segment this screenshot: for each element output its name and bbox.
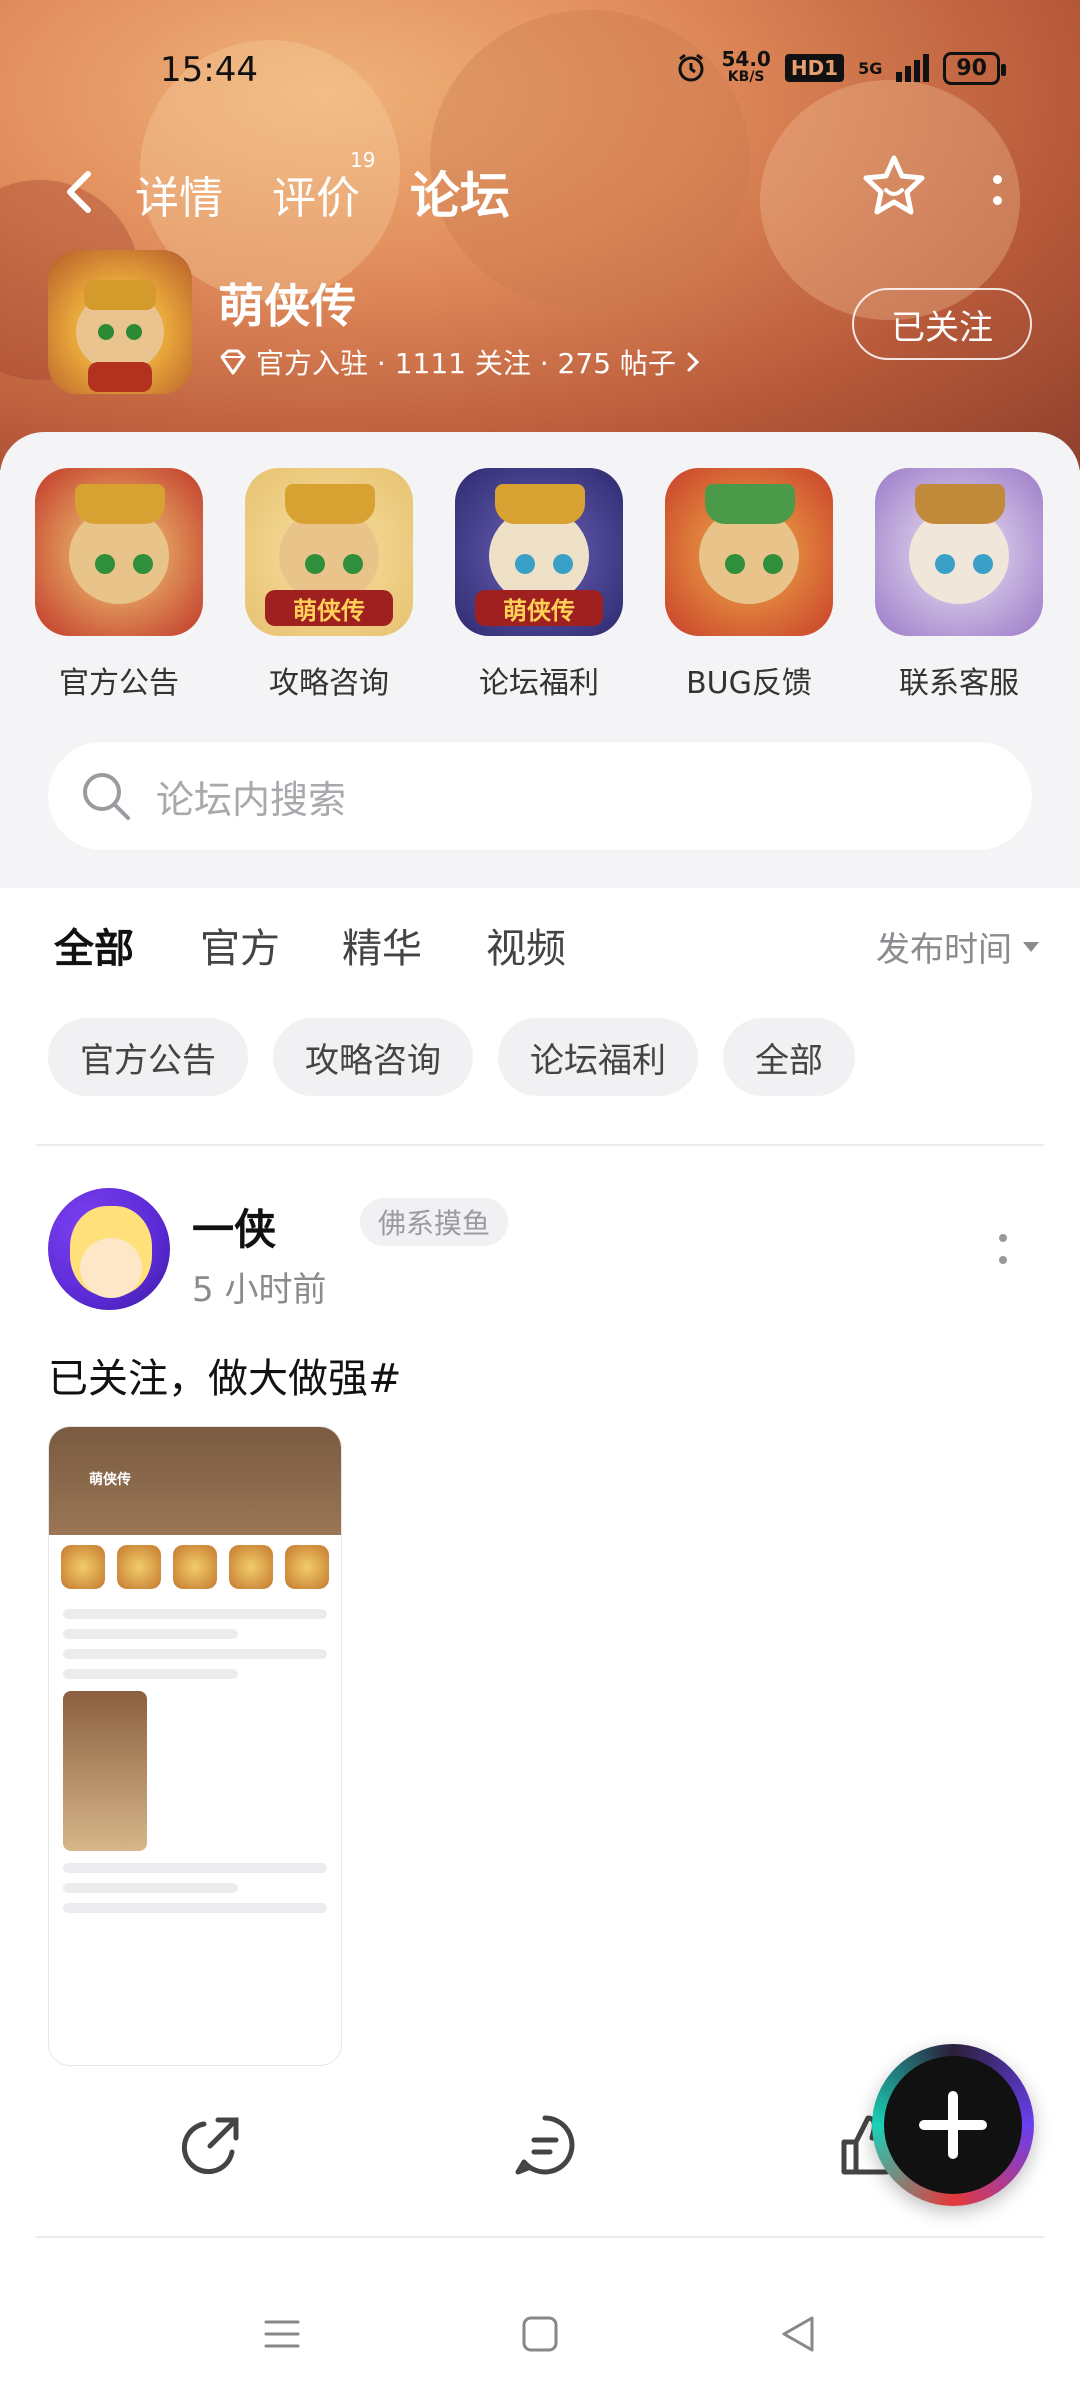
filter-tab-official[interactable]: 官方 — [200, 916, 280, 974]
divider — [36, 1144, 1044, 1146]
game-meta-text: 官方入驻 · 1111 关注 · 275 帖子 — [256, 347, 676, 380]
chevron-right-icon — [687, 352, 700, 372]
filter-tab-all[interactable]: 全部 — [54, 916, 134, 976]
search-icon — [83, 773, 130, 820]
category-row: 官方公告 萌侠传 攻略咨询 萌侠传 论坛福利 BUG反馈 联系客服 — [0, 468, 1080, 708]
category-label: 官方公告 — [59, 666, 179, 701]
category-official-notice[interactable]: 官方公告 — [34, 468, 204, 702]
alarm-icon — [678, 53, 704, 82]
avatar[interactable] — [48, 1188, 170, 1310]
back-arrow-icon — [67, 171, 91, 213]
tab-forum[interactable]: 论坛 — [408, 156, 512, 228]
game-info: 萌侠传 官方入驻 · 1111 关注 · 275 帖子 已关注 — [0, 250, 1080, 400]
image-text-line — [63, 1863, 327, 1873]
network-speed-value: 54.0 — [721, 47, 771, 71]
fab-inner — [884, 2056, 1022, 2194]
category-label: 论坛福利 — [479, 666, 599, 701]
forum-sheet: 官方公告 萌侠传 攻略咨询 萌侠传 论坛福利 BUG反馈 联系客服 论坛内搜索 — [0, 432, 1080, 888]
sort-label: 发布时间 — [876, 930, 1012, 970]
tab-details[interactable]: 详情 — [135, 162, 223, 226]
category-welfare[interactable]: 萌侠传 论坛福利 — [454, 468, 624, 702]
plus-icon — [919, 2091, 987, 2159]
image-text-line — [63, 1629, 239, 1639]
comment-icon — [515, 2115, 575, 2175]
category-icon: 萌侠传 — [245, 468, 413, 636]
star-icon — [863, 155, 925, 215]
category-customer-service[interactable]: 联系客服 — [874, 468, 1044, 702]
home-icon[interactable] — [520, 2314, 560, 2354]
category-guide[interactable]: 萌侠传 攻略咨询 — [244, 468, 414, 702]
more-dot-icon — [992, 175, 1002, 184]
battery-indicator: 90 — [943, 51, 1006, 85]
share-icon — [181, 2117, 239, 2175]
status-bar: 15:44 54.0 KB/S HD1 5G 90 — [0, 40, 1080, 100]
hd-badge: HD1 — [784, 54, 845, 82]
game-meta[interactable]: 官方入驻 · 1111 关注 · 275 帖子 — [218, 342, 702, 382]
divider — [36, 2236, 1044, 2238]
caret-down-icon — [1023, 941, 1039, 952]
forum-search-bar[interactable]: 论坛内搜索 — [48, 742, 1032, 850]
post-text[interactable]: 已关注，做大做强# — [48, 1346, 402, 1404]
follow-button[interactable]: 已关注 — [852, 288, 1032, 360]
sort-dropdown[interactable]: 发布时间 — [876, 922, 1040, 971]
more-dot-icon — [999, 1234, 1007, 1242]
system-navigation-bar — [0, 2296, 1080, 2376]
post-image[interactable]: 萌侠传 — [48, 1426, 342, 2066]
chip-guide[interactable]: 攻略咨询 — [273, 1018, 473, 1096]
cat-hero-icon — [76, 280, 164, 392]
status-icons: 54.0 KB/S HD1 5G 90 — [675, 47, 1006, 86]
category-icon — [35, 468, 203, 636]
game-icon[interactable] — [48, 250, 192, 394]
category-badge: 萌侠传 — [265, 590, 393, 626]
image-app-title: 萌侠传 — [89, 1472, 131, 1488]
post-author[interactable]: 一侠 — [192, 1196, 276, 1257]
image-text-line — [63, 1883, 239, 1893]
share-button[interactable] — [176, 2110, 246, 2180]
comment-button[interactable] — [510, 2110, 580, 2180]
chip-welfare[interactable]: 论坛福利 — [498, 1018, 698, 1096]
category-chips: 官方公告 攻略咨询 论坛福利 全部 — [0, 1018, 1080, 1098]
network-speed-unit: KB/S — [727, 69, 765, 85]
network-type: 5G — [858, 58, 883, 78]
filter-tab-featured[interactable]: 精华 — [342, 916, 422, 974]
network-speed: 54.0 KB/S — [721, 47, 771, 86]
search-placeholder: 论坛内搜索 — [156, 777, 347, 822]
create-post-button[interactable] — [872, 2044, 1034, 2206]
category-label: 联系客服 — [899, 666, 1019, 701]
author-title-badge: 佛系摸鱼 — [360, 1198, 509, 1246]
post-more-button[interactable] — [996, 1234, 1010, 1264]
more-dot-icon — [992, 196, 1002, 205]
back-triangle-icon[interactable] — [778, 2314, 818, 2354]
filter-tab-video[interactable]: 视频 — [486, 916, 566, 974]
category-label: 攻略咨询 — [269, 666, 389, 701]
menu-icon[interactable] — [262, 2314, 302, 2354]
favorite-button[interactable] — [858, 150, 930, 222]
chip-all[interactable]: 全部 — [723, 1018, 855, 1096]
post-time: 5 小时前 — [192, 1270, 327, 1310]
filter-tabs: 全部 官方 精华 视频 发布时间 — [0, 900, 1080, 980]
diamond-icon — [220, 349, 246, 375]
back-button[interactable] — [58, 160, 98, 232]
category-icon — [875, 468, 1043, 636]
top-nav: 详情 评价 19 论坛 — [0, 148, 1080, 232]
category-label: BUG反馈 — [686, 666, 812, 701]
image-text-line — [63, 1903, 327, 1913]
image-icon-row — [49, 1535, 341, 1599]
image-text-line — [63, 1649, 327, 1659]
status-time: 15:44 — [160, 50, 258, 90]
more-options-button[interactable] — [982, 160, 1012, 220]
category-icon — [665, 468, 833, 636]
game-title: 萌侠传 — [218, 279, 356, 333]
image-nested-screenshot — [63, 1691, 147, 1851]
category-badge: 萌侠传 — [475, 590, 603, 626]
image-text-line — [63, 1669, 239, 1679]
more-dot-icon — [999, 1256, 1007, 1264]
category-icon: 萌侠传 — [455, 468, 623, 636]
signal-icon — [896, 54, 930, 82]
chip-official-notice[interactable]: 官方公告 — [48, 1018, 248, 1096]
category-bug-report[interactable]: BUG反馈 — [664, 468, 834, 702]
tab-reviews[interactable]: 评价 — [272, 162, 360, 226]
image-search-line — [63, 1609, 327, 1619]
review-count-badge: 19 — [350, 148, 376, 172]
